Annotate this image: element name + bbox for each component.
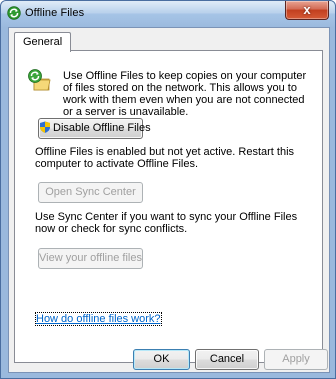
sync-center-icon xyxy=(28,69,51,91)
uac-shield-icon xyxy=(40,121,50,133)
close-button[interactable]: x xyxy=(285,1,329,20)
open-sync-center-button[interactable]: Open Sync Center xyxy=(38,182,143,203)
title-bar[interactable]: Offline Files x xyxy=(1,1,335,27)
dialog-body: General Use Offline Files to keep copies… xyxy=(8,27,330,373)
ok-button[interactable]: OK xyxy=(133,349,190,370)
disable-offline-files-label: Disable Offline Files xyxy=(53,122,151,134)
tab-general[interactable]: General xyxy=(14,32,72,52)
offline-files-dialog: Offline Files x General Use Offline File… xyxy=(0,0,336,379)
general-tab-panel: Use Offline Files to keep copies on your… xyxy=(14,50,323,363)
close-icon: x xyxy=(303,2,311,17)
cancel-button[interactable]: Cancel xyxy=(195,349,259,370)
offline-files-description: Use Offline Files to keep copies on your… xyxy=(63,70,307,118)
apply-button[interactable]: Apply xyxy=(264,349,328,370)
status-text: Offline Files is enabled but not yet act… xyxy=(35,146,295,170)
help-link[interactable]: How do offline files work? xyxy=(35,312,162,326)
view-offline-files-button[interactable]: View your offline files xyxy=(38,248,143,269)
disable-offline-files-button[interactable]: Disable Offline Files xyxy=(38,118,151,139)
sync-center-icon xyxy=(7,6,21,20)
window-title: Offline Files xyxy=(25,7,85,19)
sync-center-text: Use Sync Center if you want to sync your… xyxy=(35,211,298,235)
